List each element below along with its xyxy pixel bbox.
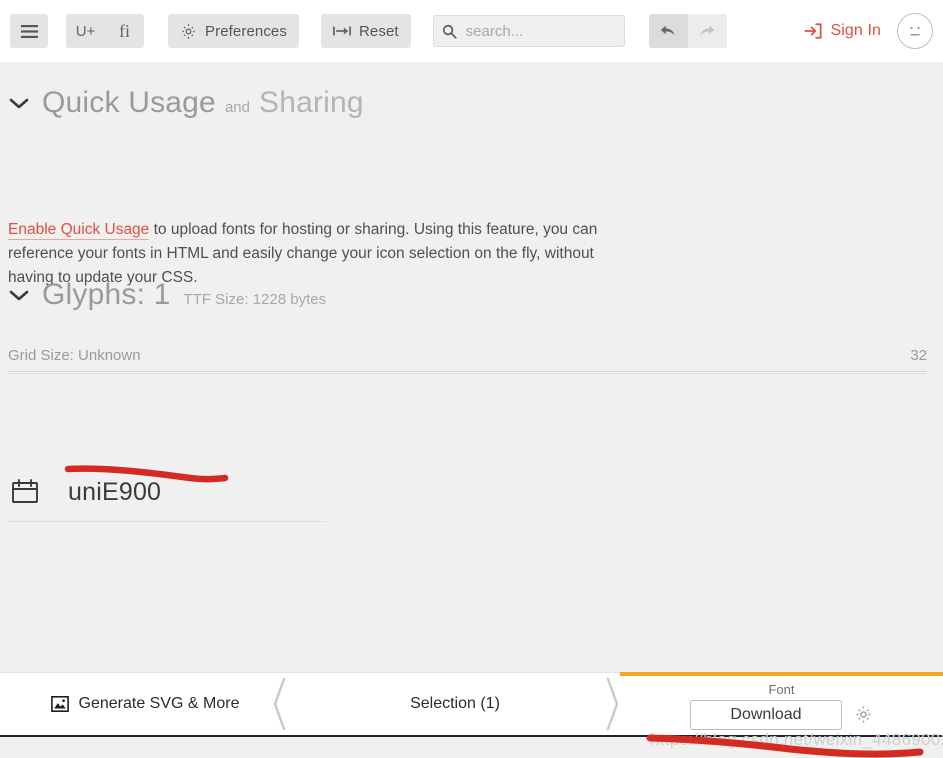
enable-quick-usage-link[interactable]: Enable Quick Usage — [8, 221, 150, 240]
undo-button[interactable] — [648, 14, 688, 48]
search-icon — [442, 24, 457, 39]
image-icon — [50, 696, 69, 712]
quick-usage-title-2: Sharing — [258, 86, 364, 119]
ligature-view-button[interactable]: fi — [105, 14, 144, 48]
hamburger-icon — [20, 24, 38, 38]
menu-button[interactable] — [10, 14, 48, 48]
ttf-size-label: TTF Size: 1228 bytes — [183, 291, 327, 308]
font-panel-label: Font — [768, 681, 795, 697]
download-button[interactable]: Download — [690, 699, 842, 730]
sign-in-button[interactable]: Sign In — [804, 22, 881, 40]
top-toolbar: U+ fi Preferences Reset search... Sign I… — [0, 0, 943, 62]
glyph-view-toggle-group: U+ fi — [66, 14, 144, 48]
calendar-icon — [10, 477, 42, 509]
quick-usage-conjunction: and — [224, 99, 250, 116]
glyphs-title: Glyphs: 1 — [42, 278, 171, 311]
sign-in-icon — [804, 22, 823, 40]
glyph-list-item[interactable]: uniE900 — [8, 464, 326, 522]
download-label: Download — [730, 705, 802, 723]
glyphs-section-header[interactable]: Glyphs: 1 TTF Size: 1228 bytes — [0, 278, 326, 312]
generate-svg-label: Generate SVG & More — [78, 695, 240, 712]
bottom-bar: Generate SVG & More Selection (1) Font D… — [0, 672, 943, 735]
generate-svg-button[interactable]: Generate SVG & More — [0, 673, 290, 735]
reset-icon — [332, 24, 351, 38]
slider-track-top — [8, 371, 927, 372]
ligature-label: fi — [119, 20, 130, 41]
grid-size-label: Grid Size: Unknown — [8, 347, 141, 364]
search-box[interactable] — [432, 15, 625, 47]
unicode-view-button[interactable]: U+ — [66, 14, 105, 48]
main-content: Quick Usage and Sharing Enable Quick Usa… — [0, 62, 943, 685]
font-actions-row: Download — [690, 699, 873, 730]
undo-arrow-icon — [659, 23, 677, 39]
grid-size-row: Grid Size: Unknown 32 — [8, 347, 927, 364]
chevron-down-icon[interactable] — [8, 288, 42, 302]
neutral-face-icon — [904, 20, 926, 42]
preferences-button[interactable]: Preferences — [168, 14, 299, 48]
quick-usage-section-header[interactable]: Quick Usage and Sharing — [0, 86, 364, 120]
history-button-group — [648, 14, 727, 48]
reset-label: Reset — [358, 22, 399, 40]
redo-button[interactable] — [687, 14, 727, 48]
reset-button[interactable]: Reset — [320, 14, 411, 48]
gear-icon — [180, 23, 197, 40]
unicode-label: U+ — [75, 22, 96, 40]
sign-in-label: Sign In — [830, 22, 881, 39]
glyph-name-label: uniE900 — [68, 478, 162, 506]
slider-track-bottom — [8, 373, 927, 374]
preferences-label: Preferences — [205, 22, 287, 40]
redo-arrow-icon — [698, 23, 716, 39]
selection-tab[interactable]: Selection (1) — [290, 673, 620, 735]
quick-usage-title: Quick Usage — [42, 86, 216, 119]
search-input[interactable] — [463, 21, 618, 41]
font-settings-gear-icon[interactable] — [854, 705, 873, 724]
chevron-left-divider-icon — [268, 673, 292, 735]
grid-size-value: 32 — [910, 347, 927, 364]
avatar[interactable] — [897, 13, 933, 49]
font-panel: Font Download — [620, 672, 943, 735]
selection-label: Selection (1) — [410, 695, 500, 712]
grid-size-slider[interactable] — [8, 371, 927, 375]
bottom-strip — [0, 735, 943, 758]
chevron-down-icon[interactable] — [8, 96, 42, 110]
